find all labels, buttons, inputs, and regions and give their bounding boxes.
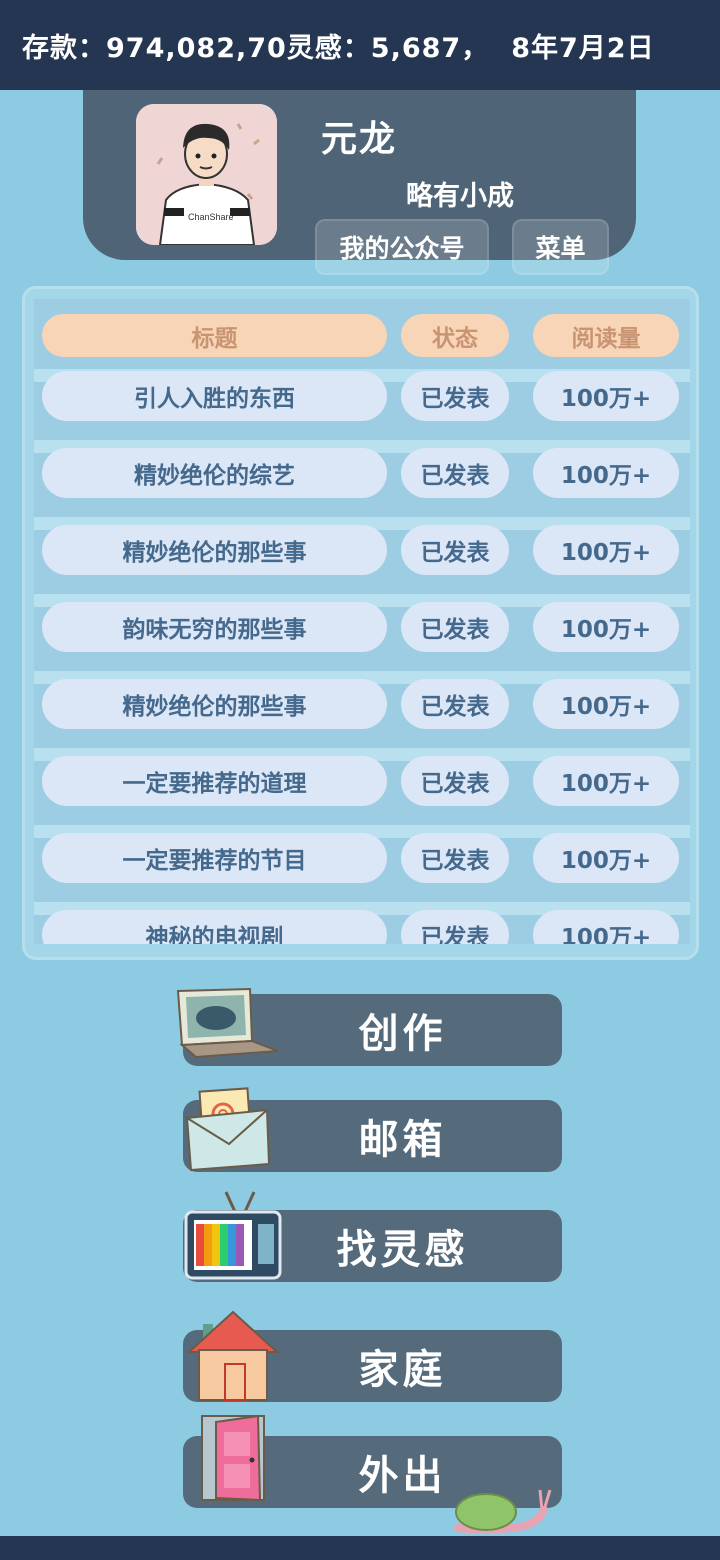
profile-name: 元龙: [321, 119, 398, 160]
row-reads: 100万+: [533, 448, 679, 498]
avatar[interactable]: ChanShare: [136, 104, 277, 245]
row-status: 已发表: [401, 448, 509, 498]
row-status: 已发表: [401, 679, 509, 729]
row-reads: 100万+: [533, 525, 679, 575]
envelope-icon: [185, 1087, 271, 1172]
snail-icon: [454, 1489, 552, 1534]
profile-rank: 略有小成: [406, 181, 514, 212]
wechat-account-button[interactable]: 我的公众号: [315, 219, 489, 275]
row-status: 已发表: [401, 833, 509, 883]
row-title: 精妙绝伦的综艺: [42, 448, 387, 498]
row-reads: 100万+: [533, 833, 679, 883]
row-title: 韵味无穷的那些事: [42, 602, 387, 652]
avatar-shirt-text: ChanShare: [188, 212, 234, 222]
row-reads: 100万+: [533, 910, 679, 944]
row-status: 已发表: [401, 525, 509, 575]
status-bar: 存款：974,082,70 灵感：5,687， 8年7月2日: [0, 0, 720, 90]
profile-card: ChanShare 元龙 略有小成 我的公众号 菜单: [83, 90, 636, 275]
row-title: 一定要推荐的节目: [42, 833, 387, 883]
find-inspiration-label: 找灵感: [336, 1227, 469, 1273]
family-label: 家庭: [358, 1347, 447, 1393]
row-status: 已发表: [401, 756, 509, 806]
row-reads: 100万+: [533, 756, 679, 806]
create-label: 创作: [358, 1011, 447, 1057]
tv-icon: [184, 1191, 282, 1280]
header-title[interactable]: 标题: [42, 314, 387, 357]
header-status[interactable]: 状态: [401, 314, 509, 357]
header-reads[interactable]: 阅读量: [533, 314, 679, 357]
bottom-bar: [0, 1536, 720, 1560]
go-out-label: 外出: [358, 1453, 447, 1499]
row-status: 已发表: [401, 371, 509, 421]
laptop-icon: [176, 987, 279, 1059]
row-reads: 100万+: [533, 371, 679, 421]
house-icon: [186, 1310, 280, 1401]
door-icon: [201, 1414, 265, 1502]
mailbox-label: 邮箱: [358, 1117, 447, 1163]
menu-button[interactable]: 菜单: [512, 219, 609, 275]
row-title: 引人入胜的东西: [42, 371, 387, 421]
row-title: 精妙绝伦的那些事: [42, 525, 387, 575]
article-table: 标题 状态 阅读量 引人入胜的东西 已发表 100万+ 精妙绝伦的综艺 已发表 …: [22, 286, 699, 960]
inspiration-label: 灵感：5,687，: [286, 32, 490, 64]
row-reads: 100万+: [533, 679, 679, 729]
row-status: 已发表: [401, 602, 509, 652]
row-title: 神秘的电视剧: [42, 910, 387, 944]
avatar-illustration-icon: ChanShare: [136, 104, 277, 245]
article-table-scroll[interactable]: 标题 状态 阅读量 引人入胜的东西 已发表 100万+ 精妙绝伦的综艺 已发表 …: [34, 299, 690, 944]
row-title: 一定要推荐的道理: [42, 756, 387, 806]
row-reads: 100万+: [533, 602, 679, 652]
date-label: 8年7月2日: [511, 32, 655, 64]
row-status: 已发表: [401, 910, 509, 944]
row-title: 精妙绝伦的那些事: [42, 679, 387, 729]
deposit-label: 存款：974,082,70: [22, 32, 287, 64]
